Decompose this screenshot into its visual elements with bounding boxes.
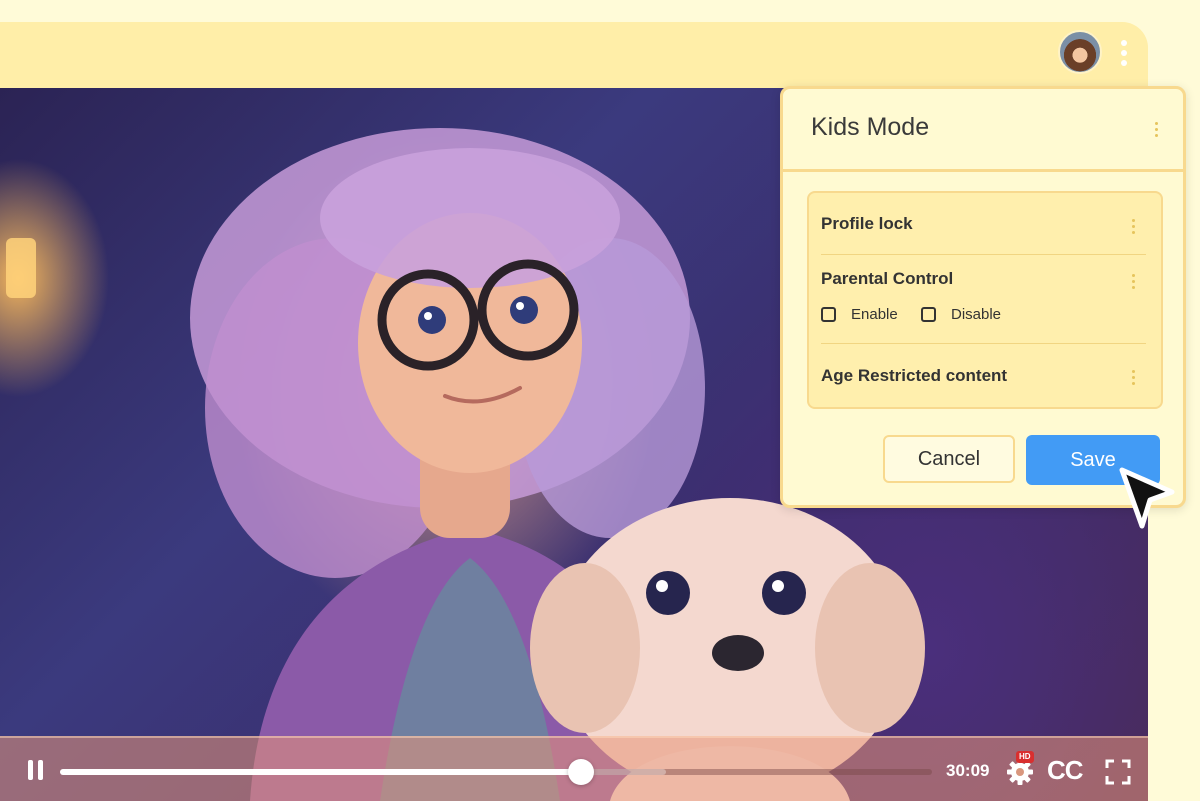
- panel-title: Kids Mode: [811, 113, 930, 141]
- pause-icon[interactable]: [26, 760, 46, 782]
- panel-menu-icon[interactable]: [1155, 122, 1159, 140]
- disable-label: Disable: [951, 306, 1002, 323]
- setting-parental-control: Parental Control: [821, 269, 954, 288]
- mouse-pointer-icon: [1119, 467, 1175, 529]
- profile-lock-menu-icon[interactable]: [1132, 219, 1136, 237]
- progress-played: [60, 769, 581, 775]
- age-restricted-menu-icon[interactable]: [1132, 370, 1136, 388]
- setting-profile-lock[interactable]: Profile lock: [821, 214, 913, 234]
- hd-badge: HD: [1016, 751, 1034, 763]
- enable-label: Enable: [851, 306, 898, 323]
- kebab-menu-icon[interactable]: [1116, 40, 1132, 72]
- setting-age-restricted[interactable]: Age Restricted content: [821, 366, 1007, 386]
- settings-card: Profile lock Parental Control Enable Dis…: [807, 191, 1163, 409]
- time-label: 30:09: [946, 761, 990, 780]
- progress-bar[interactable]: [60, 759, 932, 785]
- cancel-button[interactable]: Cancel: [883, 435, 1015, 483]
- disable-checkbox[interactable]: [921, 307, 936, 322]
- panel-header: Kids Mode: [783, 89, 1183, 172]
- fullscreen-icon[interactable]: [1105, 759, 1131, 785]
- captions-button[interactable]: CC: [1047, 755, 1084, 786]
- kids-mode-panel: Kids Mode Profile lock Parental Control …: [780, 86, 1186, 508]
- top-bar: [0, 22, 1148, 88]
- divider: [821, 343, 1146, 344]
- enable-checkbox[interactable]: [821, 307, 836, 322]
- progress-thumb[interactable]: [567, 759, 594, 785]
- parental-control-menu-icon[interactable]: [1132, 274, 1136, 292]
- avatar[interactable]: [1058, 30, 1102, 74]
- lantern-glow: [6, 238, 36, 298]
- divider: [821, 254, 1146, 255]
- player-controls: 30:09 HD CC: [0, 736, 1148, 801]
